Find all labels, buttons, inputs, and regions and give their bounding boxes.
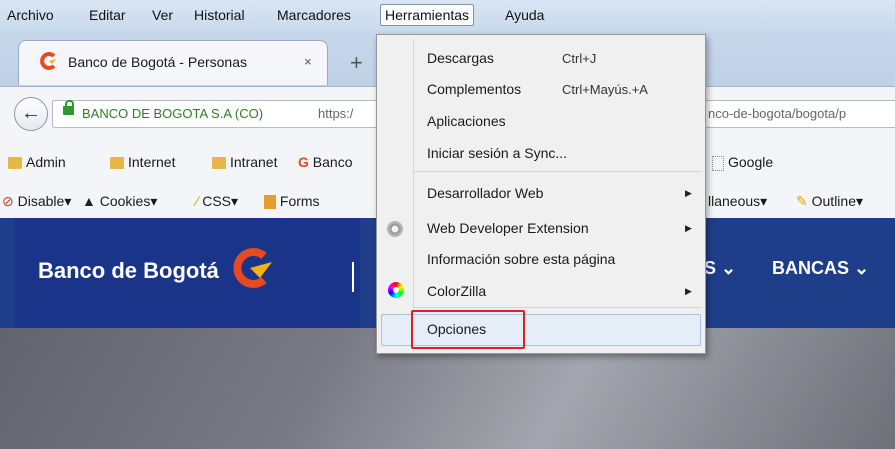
menu-ver[interactable]: Ver [152,7,173,23]
menu-item-sync[interactable]: Iniciar sesión a Sync... [427,145,567,161]
menu-separator [413,171,701,172]
disable-icon: ⊘ [2,193,14,209]
forms-menu[interactable]: Forms [264,193,320,210]
toolbar-label: CSS [202,193,232,209]
clipboard-icon [264,195,276,210]
banco-bogota-logo-icon [233,248,272,288]
menu-item-informacion-pagina[interactable]: Información sobre esta página [427,251,615,267]
colorzilla-icon [388,282,404,298]
menu-archivo[interactable]: Archivo [7,7,54,23]
menu-marcadores[interactable]: Marcadores [277,7,351,23]
menu-editar[interactable]: Editar [89,7,126,23]
submenu-arrow-icon: ▶ [685,286,692,296]
banco-favicon-icon: G [298,154,309,170]
bookmark-internet[interactable]: Internet [110,154,175,170]
menu-item-complementos[interactable]: Complementos [427,81,521,97]
folder-icon [110,157,124,170]
back-button[interactable]: ← [14,97,48,131]
new-tab-icon[interactable]: + [350,50,363,76]
bookmark-label: Intranet [230,154,278,170]
pencil-icon: ✎ [796,193,808,209]
submenu-arrow-icon: ▶ [685,223,692,233]
banco-bogota-favicon-icon [40,52,56,70]
folder-icon [212,157,226,170]
cookies-menu[interactable]: ▲ Cookies▾ [82,193,157,210]
menu-item-colorzilla[interactable]: ColorZilla [427,283,486,299]
folder-icon [8,157,22,170]
bookmark-intranet[interactable]: Intranet [212,154,277,170]
bookmark-label: Banco [312,154,353,170]
toolbar-label: Disable [17,193,65,209]
bookmark-admin[interactable]: Admin [8,154,66,170]
toolbar-label: Outline [811,193,856,209]
page-icon [712,155,724,171]
menu-item-web-developer-extension[interactable]: Web Developer Extension [427,220,589,236]
menu-item-descargas[interactable]: Descargas [427,50,494,66]
opciones-highlight-box [411,310,525,349]
wand-icon: ⁄ [196,193,199,209]
herramientas-dropdown: Descargas Ctrl+J Complementos Ctrl+Mayús… [376,34,706,354]
shortcut-complementos: Ctrl+Mayús.+A [562,82,648,97]
tab-title: Banco de Bogotá - Personas [68,54,248,70]
menu-ayuda[interactable]: Ayuda [505,7,544,23]
toolbar-label: Forms [279,193,320,209]
bookmark-banco[interactable]: G Banco [298,154,352,170]
nav-item-bancas[interactable]: BANCAS ⌄ [772,258,869,279]
menu-item-aplicaciones[interactable]: Aplicaciones [427,113,506,129]
bookmark-label: Internet [128,154,176,170]
toolbar-label: Cookies [99,193,151,209]
user-icon: ▲ [82,193,96,209]
menu-separator [413,307,701,308]
tab-close-icon[interactable]: × [304,54,312,69]
miscellaneous-menu[interactable]: llaneous▾ [708,193,767,210]
toolbar-label: llaneous [708,193,761,209]
css-menu[interactable]: ⁄ CSS▾ [196,193,238,210]
menu-historial[interactable]: Historial [194,7,245,23]
header-divider [352,262,354,292]
menu-gutter [413,38,414,348]
submenu-arrow-icon: ▶ [685,188,692,198]
menu-bar: Archivo Editar Ver Historial Marcadores … [0,0,895,32]
menu-herramientas[interactable]: Herramientas [380,4,475,26]
site-logo-text[interactable]: Banco de Bogotá [38,258,219,284]
url-text-start: https:/ [318,106,354,121]
bookmark-label: Admin [26,154,66,170]
gear-icon [387,221,403,237]
site-identity[interactable]: BANCO DE BOGOTA S.A (CO) [82,106,263,121]
lock-icon [63,100,74,115]
shortcut-descargas: Ctrl+J [562,51,597,66]
menu-item-desarrollador-web[interactable]: Desarrollador Web [427,185,543,201]
url-text-end: nco-de-bogota/bogota/p [708,106,847,121]
bookmark-google[interactable]: Google [712,154,773,171]
bookmark-label: Google [728,154,774,170]
outline-menu[interactable]: ✎ Outline▾ [796,193,863,210]
disable-menu[interactable]: ⊘ Disable▾ [2,193,71,210]
nav-item-partial[interactable]: S ⌄ [704,258,736,279]
